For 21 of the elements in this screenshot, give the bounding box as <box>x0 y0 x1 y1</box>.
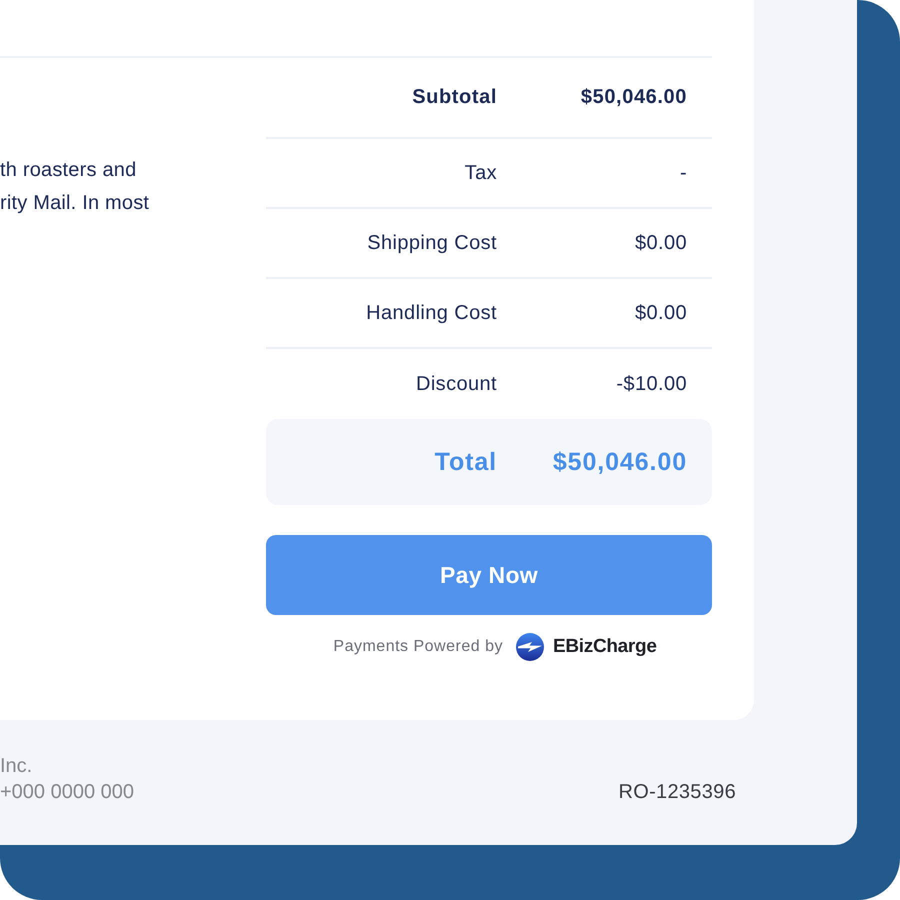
pay-now-button[interactable]: Pay Now <box>266 535 712 615</box>
summary-label: Handling Cost <box>366 302 497 324</box>
brand-name: EBizCharge <box>552 636 657 658</box>
total-label: Total <box>434 448 497 476</box>
summary-label: Tax <box>464 162 497 184</box>
footer-text: +000 0000 000 <box>0 780 134 805</box>
summary-value: $50,046.00 <box>580 86 687 109</box>
total-value: $50,046.00 <box>552 448 687 476</box>
summary-value: - <box>680 162 687 184</box>
note-line: rity Mail. In most <box>0 191 150 216</box>
summary-label: Shipping Cost <box>367 232 497 254</box>
bolt-circle-icon <box>516 633 544 661</box>
order-number: RO-1235396 <box>618 780 736 805</box>
summary-label: Subtotal <box>412 86 497 109</box>
summary-value: $0.00 <box>634 302 687 324</box>
summary-label: Discount <box>416 372 497 396</box>
footer-text: Inc. <box>0 754 32 779</box>
summary-value: $0.00 <box>634 232 687 254</box>
note-line: th roasters and <box>0 158 136 183</box>
powered-by-text: Payments Powered by <box>333 638 503 656</box>
summary-value: -$10.00 <box>616 372 687 396</box>
